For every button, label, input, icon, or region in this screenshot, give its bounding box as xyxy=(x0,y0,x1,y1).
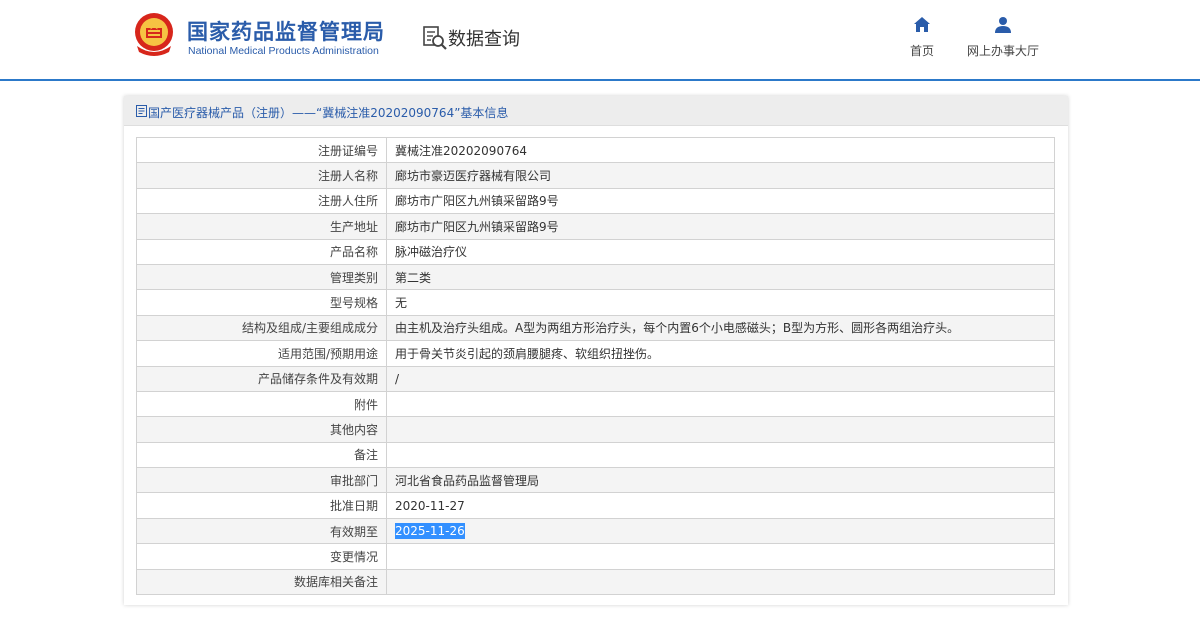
field-label: 附件 xyxy=(136,390,387,418)
table-row: 附件 xyxy=(136,390,1055,418)
field-label: 产品储存条件及有效期 xyxy=(136,365,387,392)
nav-home-label: 首页 xyxy=(909,44,934,58)
table-row: 管理类别 第二类 xyxy=(136,263,1055,291)
table-row: 适用范围/预期用途 用于骨关节炎引起的颈肩腰腿疼、软组织扭挫伤。 xyxy=(136,340,1055,367)
field-value: 廊坊市豪迈医疗器械有限公司 xyxy=(386,162,1055,189)
field-value: 脉冲磁治疗仪 xyxy=(386,238,1055,265)
table-row: 审批部门 河北省食品药品监督管理局 xyxy=(136,467,1055,494)
table-row: 注册人住所 廊坊市广阳区九州镇采留路9号 xyxy=(136,187,1055,215)
field-value: 廊坊市广阳区九州镇采留路9号 xyxy=(386,187,1055,215)
nav-online-hall[interactable]: 网上办事大厅 xyxy=(964,16,1042,59)
field-value: 2020-11-27 xyxy=(386,492,1055,519)
field-value xyxy=(386,390,1055,418)
table-row: 其他内容 xyxy=(136,416,1055,443)
table-row: 备注 xyxy=(136,441,1055,469)
field-label: 适用范围/预期用途 xyxy=(136,340,387,367)
table-row: 注册人名称 廊坊市豪迈医疗器械有限公司 xyxy=(136,162,1055,189)
field-value: 河北省食品药品监督管理局 xyxy=(386,467,1055,494)
org-name-en: National Medical Products Administration xyxy=(188,45,379,57)
field-label: 批准日期 xyxy=(136,492,387,519)
breadcrumb: 国产医疗器械产品（注册）——“冀械注准20202090764”基本信息 xyxy=(124,96,1068,126)
nav-home[interactable]: 首页 xyxy=(900,16,944,59)
breadcrumb-text: 国产医疗器械产品（注册）——“冀械注准20202090764”基本信息 xyxy=(148,106,509,120)
field-value xyxy=(386,416,1055,443)
field-label: 其他内容 xyxy=(136,416,387,443)
site-header: 国家药品监督管理局 National Medical Products Admi… xyxy=(0,0,1200,81)
field-value: 冀械注准20202090764 xyxy=(386,136,1055,164)
section-title: 数据查询 xyxy=(448,29,520,50)
home-icon xyxy=(914,17,930,32)
table-row: 结构及组成/主要组成成分 由主机及治疗头组成。A型为两组方形治疗头，每个内置6个小… xyxy=(136,314,1055,342)
field-value: 廊坊市广阳区九州镇采留路9号 xyxy=(386,213,1055,240)
field-value xyxy=(386,441,1055,469)
table-row: 有效期至 2025-11-26 xyxy=(136,517,1055,545)
national-emblem-icon xyxy=(135,13,173,56)
field-label: 数据库相关备注 xyxy=(136,568,387,596)
field-value: 用于骨关节炎引起的颈肩腰腿疼、软组织扭挫伤。 xyxy=(386,340,1055,367)
table-row: 生产地址 廊坊市广阳区九州镇采留路9号 xyxy=(136,213,1055,240)
document-icon xyxy=(136,105,147,117)
data-query-icon xyxy=(423,26,447,50)
selected-text: 2025-11-26 xyxy=(395,523,465,540)
field-label: 产品名称 xyxy=(136,238,387,265)
detail-table: 注册证编号 冀械注准20202090764 注册人名称 廊坊市豪迈医疗器械有限公司 … xyxy=(136,136,1055,596)
field-value xyxy=(386,543,1055,570)
field-label: 型号规格 xyxy=(136,289,387,316)
table-row: 产品名称 脉冲磁治疗仪 xyxy=(136,238,1055,265)
table-row: 注册证编号 冀械注准20202090764 xyxy=(136,136,1055,164)
table-row: 产品储存条件及有效期 / xyxy=(136,365,1055,392)
field-label: 变更情况 xyxy=(136,543,387,570)
field-value: / xyxy=(386,365,1055,392)
field-value: 第二类 xyxy=(386,263,1055,291)
nav-online-hall-label: 网上办事大厅 xyxy=(966,44,1039,58)
field-value: 2025-11-26 xyxy=(386,517,1055,545)
detail-panel: 国产医疗器械产品（注册）——“冀械注准20202090764”基本信息 注册证编… xyxy=(124,96,1068,605)
field-value: 无 xyxy=(386,289,1055,316)
user-icon xyxy=(995,17,1011,33)
field-label: 注册人住所 xyxy=(136,187,387,215)
table-row: 型号规格无 xyxy=(136,289,1055,316)
field-label: 备注 xyxy=(136,441,387,469)
field-value: 由主机及治疗头组成。A型为两组方形治疗头，每个内置6个小电感磁头；B型为方形、圆… xyxy=(386,314,1055,342)
field-label: 管理类别 xyxy=(136,263,387,291)
org-name-cn: 国家药品监督管理局 xyxy=(187,20,385,44)
field-value xyxy=(386,568,1055,596)
field-label: 生产地址 xyxy=(136,213,387,240)
table-row: 数据库相关备注 xyxy=(136,568,1055,596)
table-row: 批准日期 2020-11-27 xyxy=(136,492,1055,519)
field-label: 注册人名称 xyxy=(136,162,387,189)
field-label: 有效期至 xyxy=(136,517,387,545)
table-row: 变更情况 xyxy=(136,543,1055,570)
field-label: 审批部门 xyxy=(136,467,387,494)
field-label: 结构及组成/主要组成成分 xyxy=(136,314,387,342)
field-label: 注册证编号 xyxy=(136,136,387,164)
